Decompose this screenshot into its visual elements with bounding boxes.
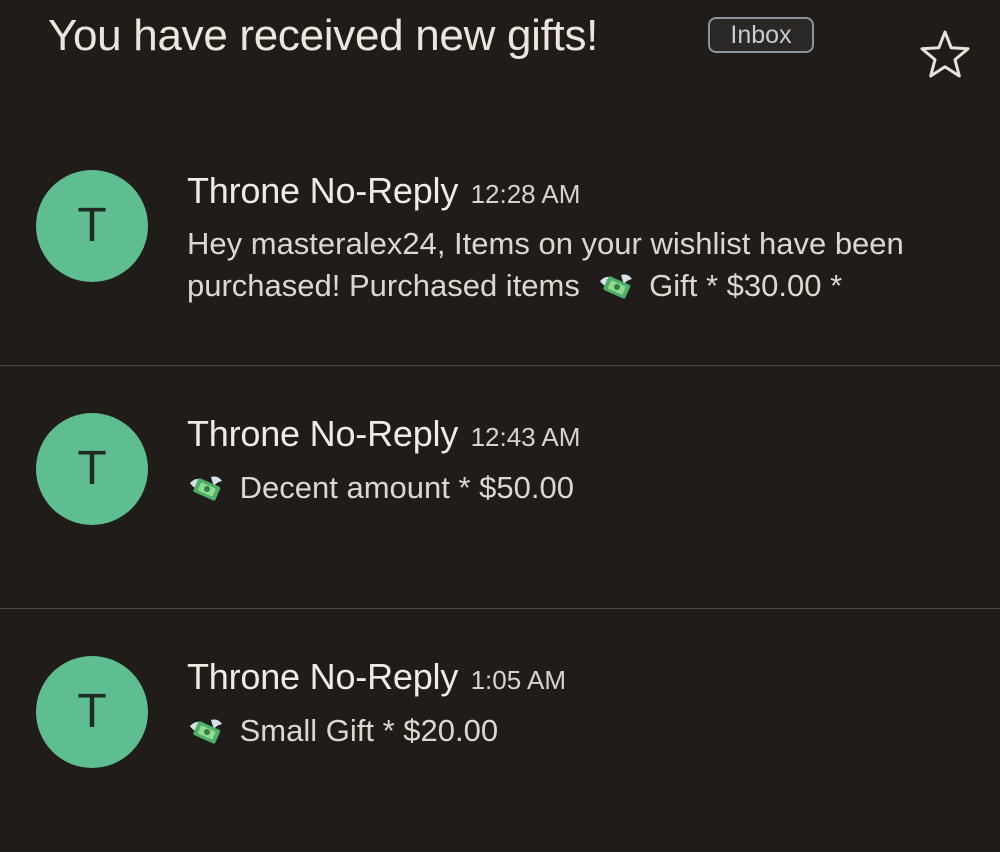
snippet-line: Hey masteralex24, Items on your wishlist…	[187, 226, 904, 261]
sender-avatar[interactable]: T	[36, 656, 148, 768]
snippet-text: Gift * $30.00 *	[649, 268, 843, 303]
message-header: Throne No-Reply 1:05 AM	[187, 655, 566, 702]
money-with-wings-icon	[190, 476, 222, 501]
message-snippet: Hey masteralex24, Items on your wishlist…	[187, 223, 977, 307]
email-subject: You have received new gifts!	[48, 11, 599, 60]
sender-name: Throne No-Reply	[187, 170, 459, 211]
inbox-label-chip[interactable]: Inbox	[708, 17, 814, 53]
snippet-text: Small Gift * $20.00	[239, 713, 499, 748]
message-time: 12:43 AM	[470, 422, 581, 452]
message-time: 1:05 AM	[470, 665, 566, 695]
sender-avatar[interactable]: T	[36, 413, 148, 525]
email-thread-header: You have received new gifts! Inbox	[0, 0, 1000, 110]
message-header: Throne No-Reply 12:43 AM	[187, 412, 580, 459]
snippet-text: purchased! Purchased items	[187, 268, 580, 303]
message-item[interactable]: T Throne No-Reply 12:43 AM Decent amount…	[0, 366, 1000, 609]
star-icon[interactable]	[918, 28, 972, 82]
message-header: Throne No-Reply 12:28 AM	[187, 169, 580, 216]
snippet-text: Decent amount * $50.00	[239, 470, 574, 505]
money-with-wings-icon	[190, 719, 222, 744]
message-snippet: Small Gift * $20.00	[187, 710, 977, 752]
message-item[interactable]: T Throne No-Reply 12:28 AM Hey masterale…	[0, 123, 1000, 366]
sender-name: Throne No-Reply	[187, 656, 459, 697]
message-time: 12:28 AM	[470, 179, 581, 209]
message-item[interactable]: T Throne No-Reply 1:05 AM Small Gift * $…	[0, 609, 1000, 852]
sender-avatar[interactable]: T	[36, 170, 148, 282]
snippet-line: purchased! Purchased items Gift * $30.00…	[187, 265, 977, 307]
message-snippet: Decent amount * $50.00	[187, 467, 977, 509]
money-with-wings-icon	[599, 274, 632, 299]
sender-name: Throne No-Reply	[187, 413, 459, 454]
